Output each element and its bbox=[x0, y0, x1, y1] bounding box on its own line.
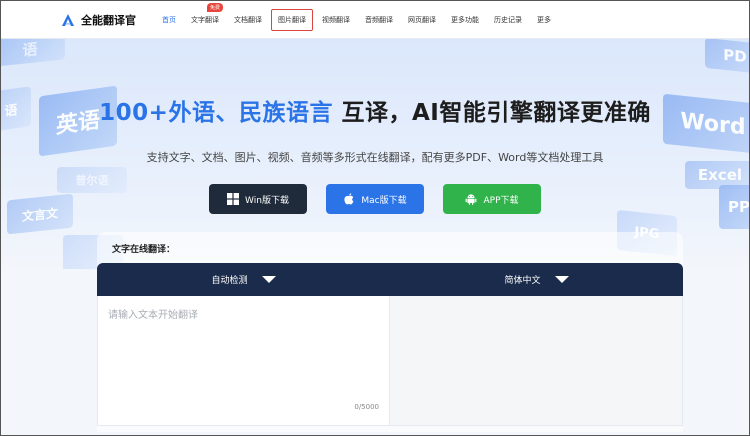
source-language-select[interactable]: 自动检测 bbox=[97, 263, 390, 296]
translator-section-label: 文字在线翻译： bbox=[112, 245, 176, 255]
caret-down-icon bbox=[554, 276, 569, 283]
nav-more-features[interactable]: 更多功能 bbox=[445, 9, 485, 31]
mac-download-label: Mac版下载 bbox=[361, 195, 407, 206]
hero-subtitle: 支持文字、文档、图片、视频、音频等多形式在线翻译，配有更多PDF、Word等文档… bbox=[146, 151, 604, 164]
windows-icon bbox=[227, 193, 240, 205]
brand[interactable]: 全能翻译官 bbox=[61, 12, 136, 28]
translation-output bbox=[390, 296, 683, 426]
nav-image-translate-label: 图片翻译 bbox=[278, 15, 306, 24]
nav-items: 首页 文字翻译 免费 文档翻译 图片翻译 视频翻译 音频翻译 网页翻译 更多功能… bbox=[156, 1, 560, 38]
nav-history[interactable]: 历史记录 bbox=[488, 9, 528, 31]
app-download-label: APP下载 bbox=[483, 195, 519, 206]
nav-audio-translate[interactable]: 音频翻译 bbox=[359, 9, 399, 31]
win-download-label: Win版下载 bbox=[245, 195, 289, 206]
nav-more[interactable]: 更多 bbox=[531, 9, 557, 31]
nav-image-translate[interactable]: 图片翻译 bbox=[271, 8, 313, 31]
nav-history-label: 历史记录 bbox=[494, 15, 522, 24]
nav-more-label: 更多 bbox=[537, 15, 551, 24]
target-language-select[interactable]: 简体中文 bbox=[390, 263, 683, 296]
android-icon bbox=[466, 194, 477, 205]
nav-text-translate[interactable]: 文字翻译 免费 bbox=[185, 2, 225, 31]
source-language-label: 自动检测 bbox=[211, 276, 248, 286]
hero-title-highlight: 100+外语、民族语言 bbox=[99, 100, 333, 126]
nav-home-label: 首页 bbox=[162, 15, 176, 24]
nav-doc-translate-label: 文档翻译 bbox=[234, 15, 262, 24]
target-language-label: 简体中文 bbox=[504, 276, 541, 286]
caret-down-icon bbox=[261, 276, 276, 283]
nav-text-translate-label: 文字翻译 bbox=[191, 15, 219, 24]
download-buttons: Win版下载 Mac版下载 APP下载 bbox=[1, 184, 749, 214]
mac-download-button[interactable]: Mac版下载 bbox=[326, 184, 424, 214]
nav-home[interactable]: 首页 bbox=[156, 9, 182, 31]
a-logo-icon bbox=[61, 13, 75, 27]
nav-audio-translate-label: 音频翻译 bbox=[365, 15, 393, 24]
bg-tile: 语 bbox=[1, 39, 65, 67]
nav-doc-translate[interactable]: 文档翻译 bbox=[228, 9, 268, 31]
top-nav: 全能翻译官 首页 文字翻译 免费 文档翻译 图片翻译 视频翻译 音频翻译 网页翻… bbox=[1, 1, 749, 39]
free-badge: 免费 bbox=[207, 2, 224, 12]
language-bar: 自动检测 简体中文 bbox=[97, 263, 683, 296]
input-placeholder: 请输入文本开始翻译 bbox=[108, 310, 198, 321]
win-download-button[interactable]: Win版下载 bbox=[209, 184, 307, 214]
brand-name: 全能翻译官 bbox=[81, 13, 136, 27]
nav-web-translate-label: 网页翻译 bbox=[408, 15, 436, 24]
nav-video-translate-label: 视频翻译 bbox=[322, 15, 350, 24]
hero-title: 100+外语、民族语言 互译，AI智能引擎翻译更准确 bbox=[1, 93, 749, 127]
nav-web-translate[interactable]: 网页翻译 bbox=[402, 9, 442, 31]
nav-video-translate[interactable]: 视频翻译 bbox=[316, 9, 356, 31]
nav-more-features-label: 更多功能 bbox=[451, 15, 479, 24]
hero-title-rest: 互译，AI智能引擎翻译更准确 bbox=[332, 100, 651, 126]
char-count: 0/5000 bbox=[354, 403, 379, 411]
bg-tile: PD bbox=[705, 39, 749, 75]
apple-icon bbox=[344, 193, 354, 205]
app-download-button[interactable]: APP下载 bbox=[443, 184, 541, 214]
source-text-input[interactable]: 请输入文本开始翻译 0/5000 bbox=[97, 296, 390, 426]
